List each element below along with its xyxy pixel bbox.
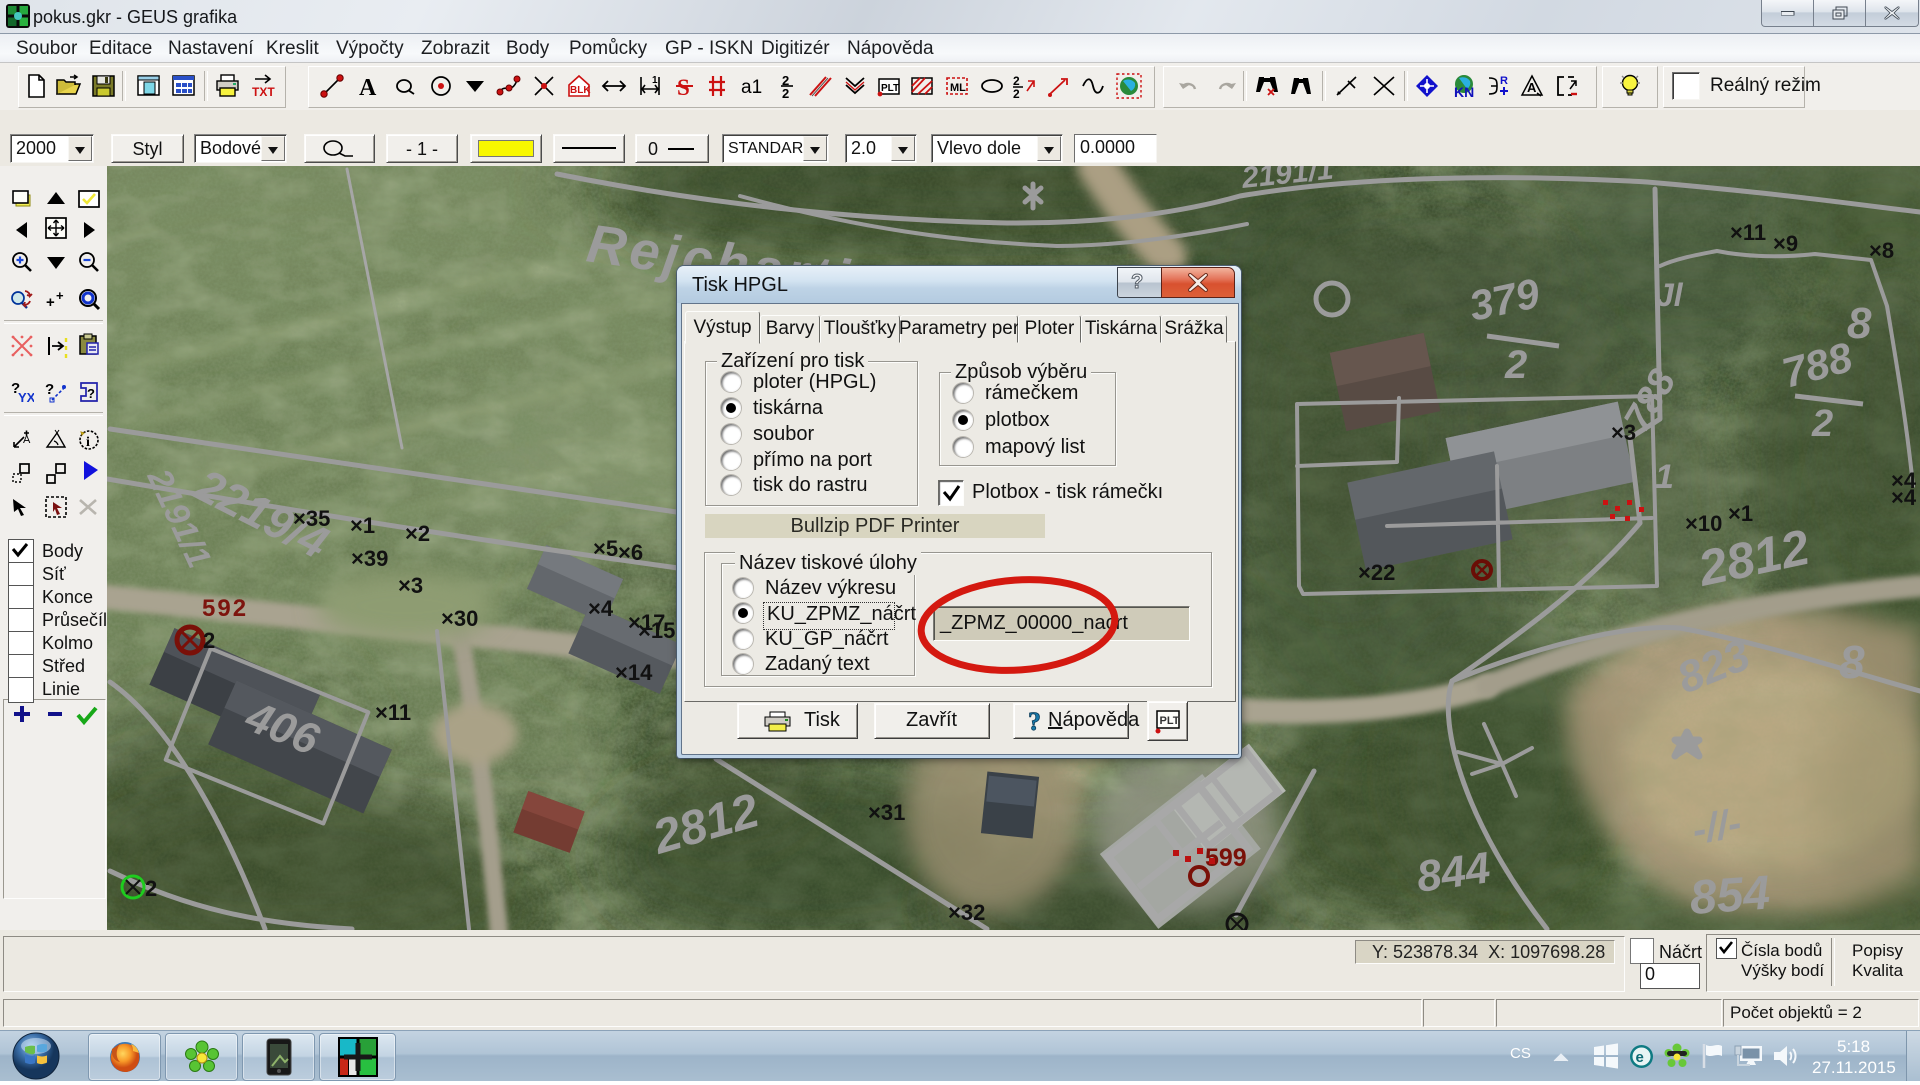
svg-text:PLT: PLT xyxy=(1160,715,1180,727)
svg-text:PLT: PLT xyxy=(881,83,899,94)
svg-text:?: ? xyxy=(1028,708,1041,735)
svg-text:2: 2 xyxy=(145,876,157,901)
svg-text:KN: KN xyxy=(1454,84,1474,99)
svg-text:?: ? xyxy=(1131,271,1143,293)
svg-text:×3: ×3 xyxy=(1611,420,1636,445)
svg-text:2: 2 xyxy=(203,628,215,653)
svg-text:A: A xyxy=(359,75,377,99)
svg-text:8: 8 xyxy=(1847,299,1872,348)
svg-text:844: 844 xyxy=(1414,843,1494,902)
svg-text:e: e xyxy=(1636,1049,1644,1066)
svg-text:ML: ML xyxy=(950,82,966,94)
svg-text:?: ? xyxy=(87,386,95,401)
svg-text:Jl: Jl xyxy=(1656,277,1684,313)
svg-text:A: A xyxy=(1527,80,1537,95)
svg-text:2: 2 xyxy=(782,86,789,99)
svg-text:2: 2 xyxy=(1013,87,1020,99)
svg-text:2: 2 xyxy=(1013,74,1020,88)
svg-text:×32: ×32 xyxy=(948,900,985,925)
svg-text:BLK: BLK xyxy=(570,85,591,96)
svg-text:592: 592 xyxy=(202,595,248,622)
svg-text:TXT: TXT xyxy=(252,85,275,99)
svg-text:×10: ×10 xyxy=(1685,511,1722,536)
svg-text:+: + xyxy=(56,288,64,303)
svg-text:i: i xyxy=(86,435,90,450)
svg-text:×11: ×11 xyxy=(1730,220,1766,245)
svg-text:×35: ×35 xyxy=(293,506,330,531)
svg-text:×6: ×6 xyxy=(618,540,643,565)
svg-text:×8: ×8 xyxy=(1869,238,1894,263)
svg-text:×30: ×30 xyxy=(441,606,478,631)
svg-text:2: 2 xyxy=(1504,343,1527,387)
svg-text:×4: ×4 xyxy=(588,596,614,621)
svg-text:×2: ×2 xyxy=(405,521,430,546)
svg-text:×5: ×5 xyxy=(593,536,618,561)
svg-text:?: ? xyxy=(45,381,54,398)
svg-text:×22: ×22 xyxy=(1358,560,1395,585)
svg-text:×3: ×3 xyxy=(398,573,423,598)
svg-text:×9: ×9 xyxy=(1773,231,1798,256)
svg-text:×14: ×14 xyxy=(615,660,653,685)
svg-text:a1: a1 xyxy=(741,77,762,98)
svg-text:YX: YX xyxy=(18,390,34,404)
svg-text:A: A xyxy=(23,434,31,446)
svg-text:×15: ×15 xyxy=(638,618,675,643)
svg-text:R: R xyxy=(1500,75,1508,87)
svg-text:×4: ×4 xyxy=(1891,485,1917,510)
svg-text:854: 854 xyxy=(1688,867,1772,925)
svg-text:2: 2 xyxy=(1811,403,1833,445)
svg-text:+: + xyxy=(46,294,55,311)
svg-text:×31: ×31 xyxy=(868,800,905,825)
svg-text:×11: ×11 xyxy=(375,700,411,725)
svg-text:×39: ×39 xyxy=(351,546,388,571)
svg-text:×1: ×1 xyxy=(1728,501,1753,526)
svg-text:8: 8 xyxy=(1839,636,1865,688)
svg-text:×1: ×1 xyxy=(350,513,375,538)
svg-text:1: 1 xyxy=(652,75,658,86)
svg-text:1: 1 xyxy=(1655,458,1674,496)
svg-text:-//-: -//- xyxy=(1689,801,1745,853)
